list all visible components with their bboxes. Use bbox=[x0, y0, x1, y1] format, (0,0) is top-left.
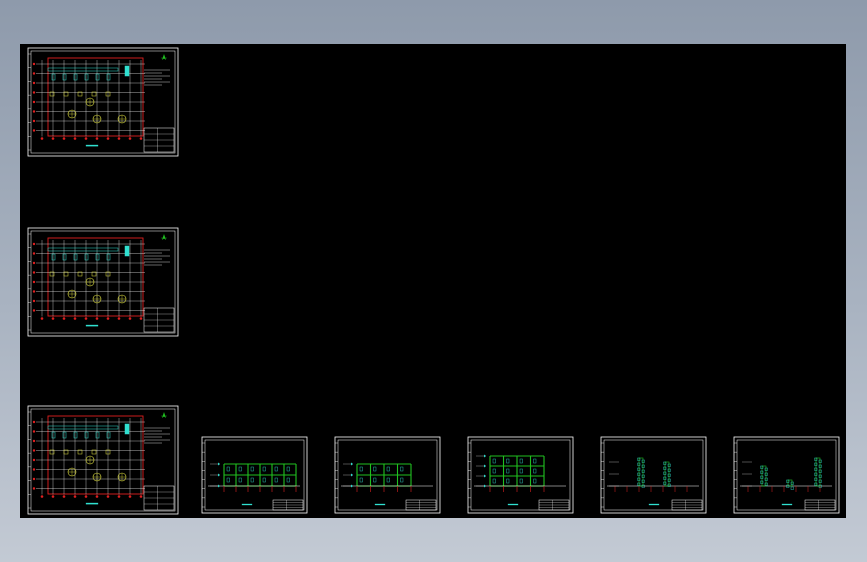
cad-model-viewport[interactable] bbox=[20, 44, 846, 518]
axis-marker bbox=[32, 468, 36, 471]
axis-marker bbox=[139, 137, 143, 140]
axis-marker bbox=[73, 137, 77, 140]
axis-marker bbox=[32, 487, 36, 490]
axis-marker bbox=[95, 495, 99, 498]
axis-marker bbox=[32, 430, 36, 433]
axis-marker bbox=[32, 271, 36, 274]
drawing-title-mark bbox=[781, 503, 793, 506]
axis-marker bbox=[40, 317, 44, 320]
sheet-border bbox=[600, 436, 707, 514]
axis-marker bbox=[128, 495, 132, 498]
drawing-sheet-elevation-sheet-4[interactable] bbox=[600, 436, 707, 514]
drawing-sheet-floor-plan-sheet-1[interactable] bbox=[27, 47, 179, 157]
axis-marker bbox=[84, 137, 88, 140]
axis-marker bbox=[32, 62, 36, 66]
drawing-canvas[interactable] bbox=[20, 44, 846, 518]
axis-marker bbox=[117, 317, 121, 320]
drawing-sheet-elevation-sheet-5[interactable] bbox=[733, 436, 840, 514]
axis-marker bbox=[73, 495, 77, 498]
drawing-sheet-floor-plan-sheet-3[interactable] bbox=[27, 405, 179, 515]
axis-marker bbox=[117, 495, 121, 498]
axis-marker bbox=[32, 280, 36, 284]
axis-marker bbox=[32, 420, 36, 424]
drawing-sheet-elevation-sheet-1[interactable] bbox=[201, 436, 308, 514]
drawing-sheet-elevation-sheet-3[interactable] bbox=[467, 436, 574, 514]
axis-marker bbox=[51, 495, 55, 498]
axis-marker bbox=[40, 495, 44, 498]
axis-marker bbox=[32, 110, 36, 113]
drawing-sheet-elevation-sheet-2[interactable] bbox=[334, 436, 441, 514]
riser bbox=[124, 245, 130, 257]
axis-marker bbox=[128, 137, 132, 140]
axis-marker bbox=[139, 317, 143, 320]
drawing-sheet-floor-plan-sheet-2[interactable] bbox=[27, 227, 179, 337]
axis-marker bbox=[106, 317, 110, 320]
axis-marker bbox=[32, 290, 36, 293]
axis-marker bbox=[128, 317, 132, 320]
axis-marker bbox=[32, 119, 36, 123]
sheet-border bbox=[467, 436, 574, 514]
axis-marker bbox=[32, 91, 36, 94]
axis-marker bbox=[32, 299, 36, 303]
axis-marker bbox=[32, 449, 36, 452]
axis-marker bbox=[139, 495, 143, 498]
axis-marker bbox=[106, 137, 110, 140]
sheet-border bbox=[733, 436, 840, 514]
axis-marker bbox=[62, 137, 66, 140]
axis-marker bbox=[32, 129, 36, 132]
drawing-title-mark bbox=[85, 324, 99, 327]
axis-marker bbox=[51, 317, 55, 320]
axis-marker bbox=[32, 261, 36, 265]
axis-marker bbox=[32, 252, 36, 255]
riser bbox=[124, 423, 130, 435]
axis-marker bbox=[32, 439, 36, 443]
axis-marker bbox=[106, 495, 110, 498]
axis-marker bbox=[95, 137, 99, 140]
axis-marker bbox=[95, 317, 99, 320]
axis-marker bbox=[84, 495, 88, 498]
drawing-title-mark bbox=[85, 144, 99, 147]
axis-marker bbox=[32, 309, 36, 312]
axis-marker bbox=[32, 458, 36, 462]
axis-marker bbox=[62, 317, 66, 320]
drawing-title-mark bbox=[374, 503, 386, 506]
axis-marker bbox=[62, 495, 66, 498]
drawing-title-mark bbox=[507, 503, 519, 506]
axis-marker bbox=[32, 242, 36, 246]
axis-marker bbox=[40, 137, 44, 140]
axis-marker bbox=[84, 317, 88, 320]
axis-marker bbox=[73, 317, 77, 320]
drawing-title-mark bbox=[241, 503, 253, 506]
drawing-title-mark bbox=[648, 503, 660, 506]
axis-marker bbox=[32, 81, 36, 85]
axis-marker bbox=[32, 100, 36, 104]
axis-marker bbox=[51, 137, 55, 140]
riser bbox=[124, 65, 130, 77]
axis-marker bbox=[117, 137, 121, 140]
drawing-title-mark bbox=[85, 502, 99, 505]
axis-marker bbox=[32, 72, 36, 75]
axis-marker bbox=[32, 477, 36, 481]
